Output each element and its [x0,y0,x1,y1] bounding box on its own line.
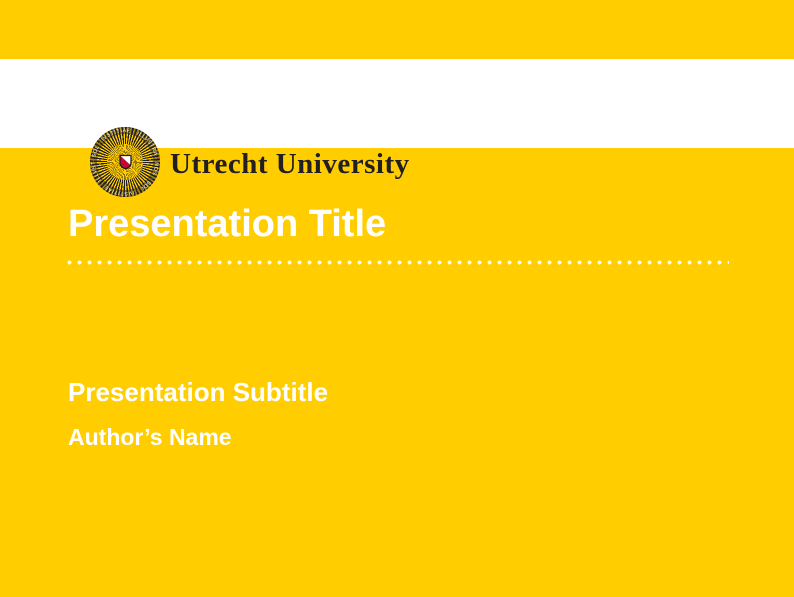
presentation-title: Presentation Title [68,205,386,243]
title-underline-dots [67,260,729,265]
utrecht-university-logo: · SOL · IVSTITIAE · ILLVSTRA · NOS · SOL… [90,127,160,197]
header-band: · SOL · IVSTITIAE · ILLVSTRA · NOS · SOL… [0,59,794,148]
utrecht-shield-icon [119,154,132,170]
author-name: Author’s Name [68,426,232,449]
title-slide: · SOL · IVSTITIAE · ILLVSTRA · NOS · SOL… [0,0,794,597]
university-name: Utrecht University [170,150,410,179]
presentation-subtitle: Presentation Subtitle [68,379,328,405]
top-yellow-band [0,0,794,59]
